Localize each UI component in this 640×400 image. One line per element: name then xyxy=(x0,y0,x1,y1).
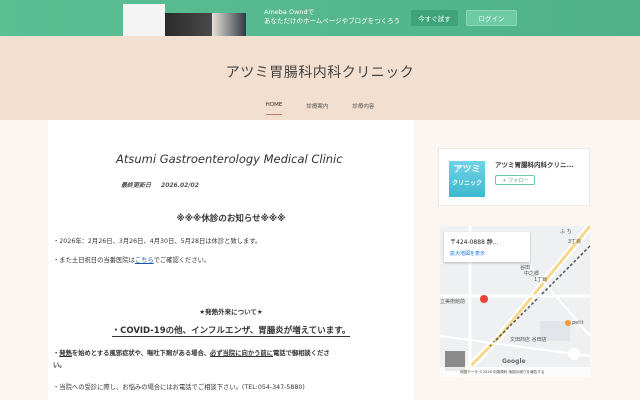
map-address: 〒424-0888 静... xyxy=(450,239,499,246)
clinic-english-name: Atsumi Gastroenterology Medical Clinic xyxy=(116,152,343,166)
map-label: 3丁目 xyxy=(568,239,582,245)
ad-line-1: Ameba Owndで xyxy=(264,8,315,16)
fever-text-part: を始めとする風邪症状や、嘔吐下痢がある場合、 xyxy=(71,350,211,357)
nav-treatments[interactable]: 診療内容 xyxy=(340,102,386,110)
closure-notice-title: ※※※休診のお知らせ※※※ xyxy=(176,214,286,224)
clinic-logo[interactable]: アツミ クリニック xyxy=(449,161,485,197)
map-footer[interactable]: 地図データ ©2026 利用規約 地図の誤りを報告する xyxy=(440,367,590,377)
map-label: 立美術館前 xyxy=(440,299,466,305)
ad-thumbnail xyxy=(212,13,246,36)
map-label: 1丁目 xyxy=(534,277,548,283)
map-label: ふ ち xyxy=(560,229,572,235)
site-header: アツミ胃腸科内科クリニック HOME 診療案内 診療内容 xyxy=(0,36,640,120)
try-now-button[interactable]: 今すぐ試す xyxy=(411,10,458,26)
fever-consult-text: ・発熱を始めとする風邪症状や、嘔吐下痢がある場合、必ず当院に向かう前に電話で御相… xyxy=(53,348,330,357)
fever-text-underlined: 発熱 xyxy=(59,350,72,357)
holiday-text-post: でご確認ください。 xyxy=(153,257,211,264)
nav-services[interactable]: 診療案内 xyxy=(294,102,340,110)
login-button[interactable]: ログイン xyxy=(466,10,517,26)
map-label: petit xyxy=(572,320,584,326)
fever-consult-text-cont: い。 xyxy=(53,362,66,369)
google-map[interactable]: 〒424-0888 静... 拡大地図を表示 谷田 中之郷 1丁目 立美術館前 … xyxy=(440,226,590,377)
map-label: 文田商店 谷田店 xyxy=(510,337,547,343)
holiday-doctor-link[interactable]: こちら xyxy=(135,257,154,264)
profile-card: アツミ クリニック アツミ胃腸科内科クリニ... ＋ フォロー xyxy=(438,148,590,206)
google-logo: Google xyxy=(502,358,526,365)
phone-consult-text: ・当院への受診に際し、お悩みの場合にはお電話でご相談下さい。(TEL:054-3… xyxy=(53,384,305,391)
covid-notice: ・COVID-19の他、インフルエンザ、胃腸炎が増えています。 xyxy=(48,324,414,337)
map-enlarge-link[interactable]: 拡大地図を表示 xyxy=(450,250,485,257)
ad-thumbnail xyxy=(165,13,213,36)
ad-banner: Ameba Owndで あなただけのホームページやブログをつくろう 今すぐ試す … xyxy=(0,0,640,36)
fever-clinic-title: ★発熱外来について★ xyxy=(199,308,263,316)
logo-subtext: クリニック xyxy=(451,180,482,187)
holiday-doctor-text: ・また土日祝日の当番医院はこちらでご確認ください。 xyxy=(53,255,210,264)
ad-text: Ameba Owndで あなただけのホームページやブログをつくろう xyxy=(264,8,400,26)
site-title[interactable]: アツミ胃腸科内科クリニック xyxy=(0,62,640,82)
nav-home[interactable]: HOME xyxy=(254,102,295,115)
ad-line-2: あなただけのホームページやブログをつくろう xyxy=(264,17,401,25)
profile-name[interactable]: アツミ胃腸科内科クリニ... xyxy=(495,159,574,169)
main-article: Atsumi Gastroenterology Medical Clinic 最… xyxy=(48,120,414,400)
covid-text: ・COVID-19の他、インフルエンザ、胃腸炎が増えています。 xyxy=(111,326,351,337)
map-info-box: 〒424-0888 静... 拡大地図を表示 xyxy=(444,232,530,262)
main-nav: HOME 診療案内 診療内容 xyxy=(0,102,640,115)
updated-label: 最終更新日 xyxy=(121,182,152,189)
updated-date: 2026.02/02 xyxy=(161,182,199,189)
closed-days-text: ・2026年：2月26日、3月26日、4月30日、5月28日は休診と致します。 xyxy=(53,238,262,245)
ad-thumbnail xyxy=(123,4,165,36)
last-updated: 最終更新日 2026.02/02 xyxy=(121,180,199,189)
fever-text-underlined: 必ず当院に向かう前に xyxy=(210,350,274,357)
holiday-text-pre: ・また土日祝日の当番医院は xyxy=(53,257,135,264)
fever-text-part: 電話で御相談くださ xyxy=(273,350,330,357)
logo-text: アツミ xyxy=(453,165,481,175)
follow-button[interactable]: ＋ フォロー xyxy=(495,175,535,185)
